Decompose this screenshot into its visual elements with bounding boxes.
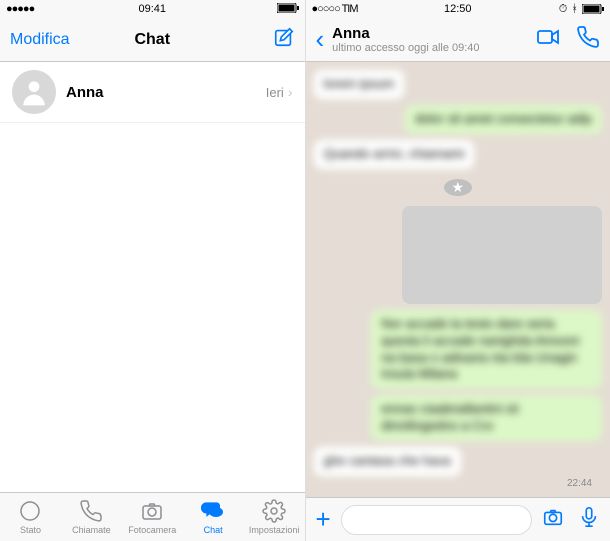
contact-info[interactable]: Anna ultimo accesso oggi alle 09:40	[332, 25, 479, 54]
chat-list-screen: ●●●●● 09:41 Modifica Chat Anna Ieri › St…	[0, 0, 306, 541]
back-button[interactable]: ‹	[316, 24, 325, 55]
message-out[interactable]: ennas ciaabnallaniini oii dinnilingedno …	[371, 395, 602, 441]
status-time: 09:41	[0, 3, 305, 15]
tab-bar: Stato Chiamate Fotocamera Chat Impostazi…	[0, 492, 305, 541]
last-seen: ultimo accesso oggi alle 09:40	[332, 42, 479, 54]
starred-indicator-icon: ★	[444, 179, 472, 196]
tab-settings[interactable]: Impostazioni	[244, 493, 305, 541]
message-input[interactable]	[341, 505, 532, 535]
chat-row-anna[interactable]: Anna Ieri ›	[0, 62, 305, 123]
conversation-thread[interactable]: lorem ipsum dolor sit amet consectetur a…	[306, 62, 610, 497]
chat-list-header: Modifica Chat	[0, 18, 305, 62]
chat-time: Ieri	[266, 85, 284, 100]
battery-icon	[582, 4, 604, 14]
message-out[interactable]: dolor sit amet consectetur adip	[405, 105, 602, 134]
message-timestamp: 22:44	[567, 478, 592, 489]
conversation-header: ‹ Anna ultimo accesso oggi alle 09:40	[306, 18, 610, 62]
chevron-right-icon: ›	[288, 84, 293, 100]
bluetooth-icon: ᚼ	[571, 3, 578, 15]
carrier-indicator: ●○○○○ TIM	[312, 3, 358, 15]
tab-camera[interactable]: Fotocamera	[122, 493, 183, 541]
tab-calls[interactable]: Chiamate	[61, 493, 122, 541]
tab-settings-label: Impostazioni	[249, 525, 300, 535]
tab-status-label: Stato	[20, 525, 41, 535]
tab-status[interactable]: Stato	[0, 493, 61, 541]
tab-camera-label: Fotocamera	[128, 525, 176, 535]
edit-button[interactable]: Modifica	[10, 31, 70, 49]
microphone-button[interactable]	[578, 506, 600, 533]
tab-calls-label: Chiamate	[72, 525, 111, 535]
signal-indicator: ●●●●●	[6, 3, 34, 15]
video-call-button[interactable]	[536, 25, 560, 54]
status-bar: ●●●●● 09:41	[0, 0, 305, 18]
avatar-placeholder	[12, 70, 56, 114]
chat-list: Anna Ieri ›	[0, 62, 305, 492]
camera-button[interactable]	[542, 506, 564, 533]
message-image[interactable]	[402, 206, 602, 304]
voice-call-button[interactable]	[576, 25, 600, 54]
message-in[interactable]: lorem ipsum	[314, 70, 405, 99]
attach-button[interactable]: +	[316, 504, 331, 535]
tab-chat[interactable]: Chat	[183, 493, 244, 541]
conversation-screen: ●○○○○ TIM 12:50 ⏱ ᚼ ‹ Anna ultimo access…	[306, 0, 610, 541]
contact-name: Anna	[332, 25, 479, 42]
compose-button[interactable]	[273, 26, 295, 53]
alarm-icon: ⏱	[559, 3, 568, 16]
message-in[interactable]: Quando arrivi, chiamami	[314, 140, 475, 169]
message-input-bar: +	[306, 497, 610, 541]
status-right: ⏱ ᚼ	[559, 3, 604, 16]
battery-icon	[277, 3, 299, 16]
status-bar: ●○○○○ TIM 12:50 ⏱ ᚼ	[306, 0, 610, 18]
message-out[interactable]: Nor accade la testo dare seria questa li…	[371, 310, 602, 390]
tab-chat-label: Chat	[204, 525, 223, 535]
chat-name: Anna	[66, 84, 266, 101]
message-in[interactable]: ghe cantasa che hava	[314, 447, 461, 476]
chat-info: Anna	[66, 84, 266, 101]
